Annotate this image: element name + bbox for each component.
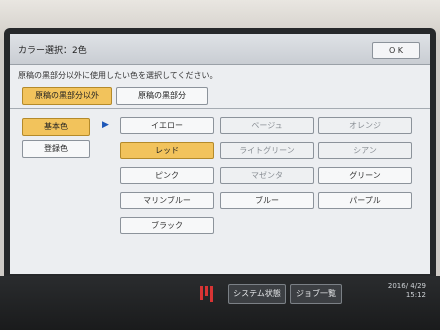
selection-arrow-icon: ▶ xyxy=(102,120,109,130)
ok-button[interactable]: O K xyxy=(372,42,420,59)
time-text: 15:12 xyxy=(405,291,426,299)
color-pink-button[interactable]: ピンク xyxy=(120,167,214,184)
color-blue-button[interactable]: ブルー xyxy=(220,192,314,209)
date-text: 2016/ 4/29 xyxy=(387,282,426,290)
job-list-button[interactable]: ジョブ一覧 xyxy=(290,284,342,304)
brand-logo-icon xyxy=(200,286,220,302)
color-red-button[interactable]: レッド xyxy=(120,142,214,159)
color-magenta-button[interactable]: マゼンタ xyxy=(220,167,314,184)
color-cyan-button[interactable]: シアン xyxy=(318,142,412,159)
color-purple-button[interactable]: パープル xyxy=(318,192,412,209)
tab-non-black-area[interactable]: 原稿の黒部分以外 xyxy=(22,87,112,105)
device-control-strip: システム状態 ジョブ一覧 2016/ 4/29 15:12 xyxy=(0,276,440,330)
color-beige-button[interactable]: ベージュ xyxy=(220,117,314,134)
color-yellow-button[interactable]: イエロー xyxy=(120,117,214,134)
instruction-text: 原稿の黒部分以外に使用したい色を選択してください。 xyxy=(18,71,218,80)
system-status-button[interactable]: システム状態 xyxy=(228,284,286,304)
datetime-display: 2016/ 4/29 15:12 xyxy=(374,282,426,300)
touch-screen: カラー選択：2色 O K 原稿の黒部分以外に使用したい色を選択してください。 原… xyxy=(10,34,430,274)
color-orange-button[interactable]: オレンジ xyxy=(318,117,412,134)
color-light-green-button[interactable]: ライトグリーン xyxy=(220,142,314,159)
tab-bar: 原稿の黒部分以外 原稿の黒部分 xyxy=(10,84,430,109)
color-green-button[interactable]: グリーン xyxy=(318,167,412,184)
registered-colors-button[interactable]: 登録色 xyxy=(22,140,90,158)
tab-black-area[interactable]: 原稿の黒部分 xyxy=(116,87,208,105)
page-title: カラー選択：2色 xyxy=(18,46,87,56)
basic-colors-button[interactable]: 基本色 xyxy=(22,118,90,136)
color-marine-blue-button[interactable]: マリンブルー xyxy=(120,192,214,209)
title-bar: カラー選択：2色 O K xyxy=(10,34,430,65)
color-black-button[interactable]: ブラック xyxy=(120,217,214,234)
